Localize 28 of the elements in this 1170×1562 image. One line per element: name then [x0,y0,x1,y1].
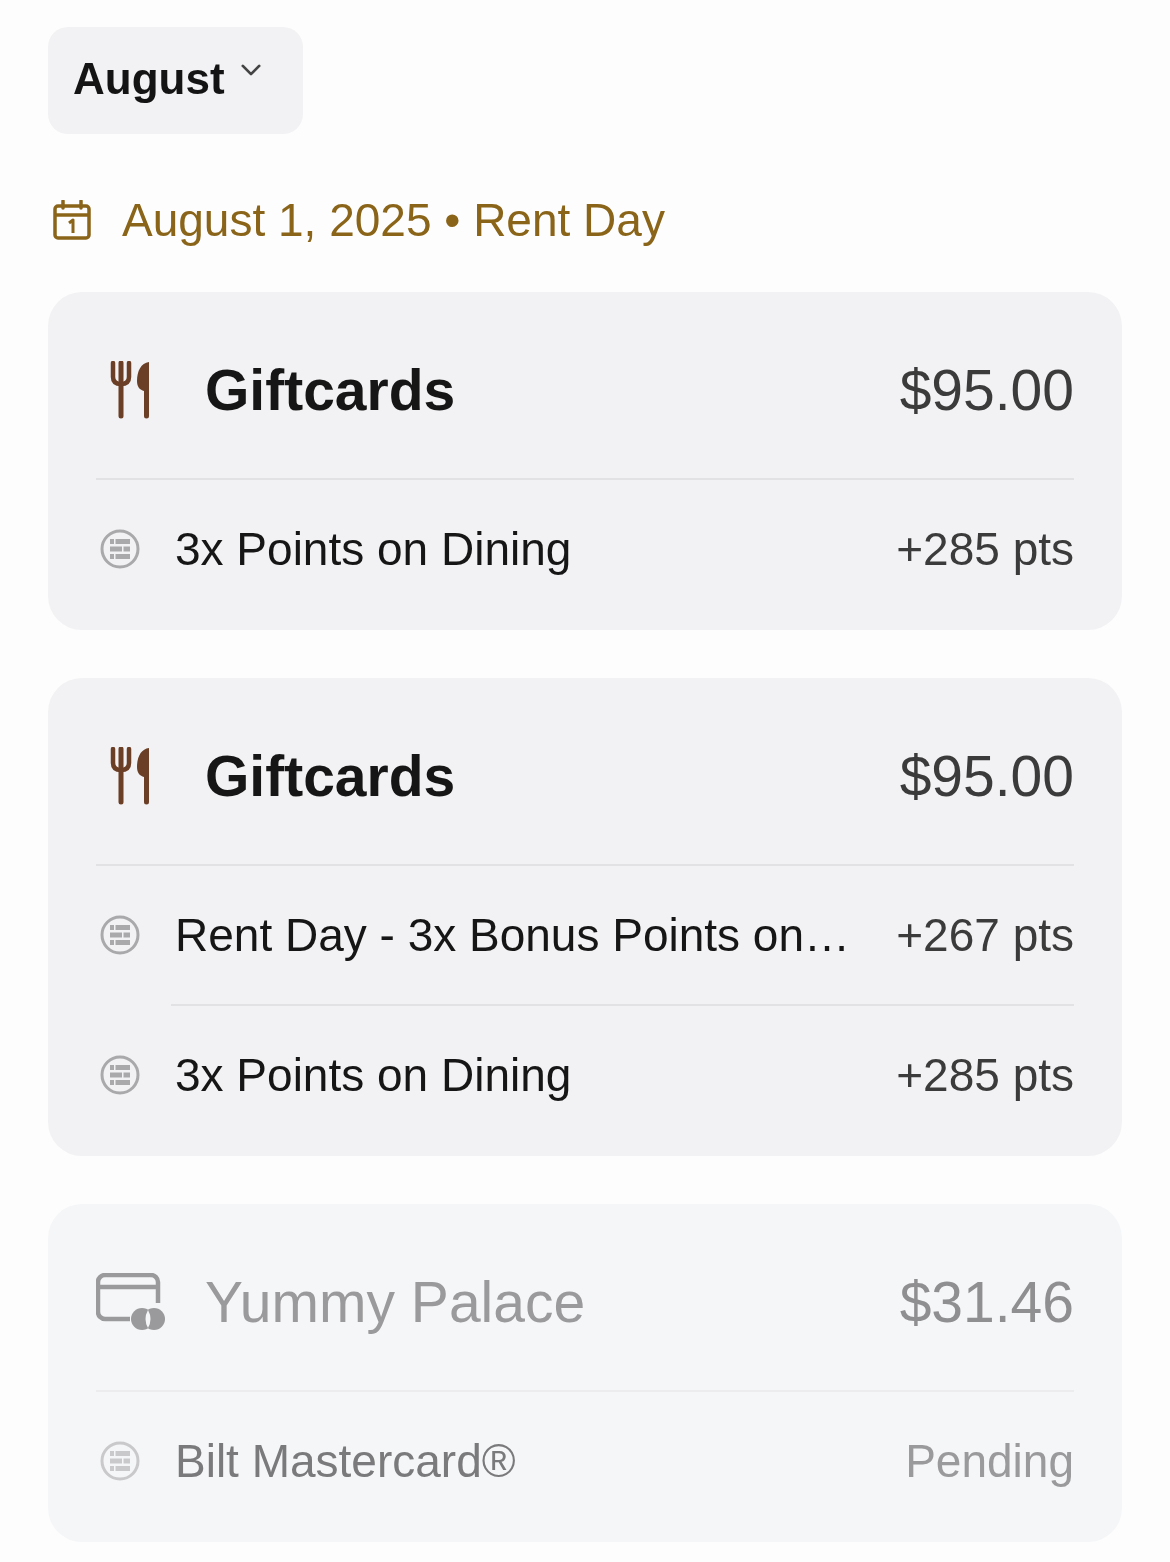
month-dropdown[interactable]: August [48,27,303,134]
chevron-down-icon [240,63,261,76]
fork-knife-icon [110,361,152,419]
reward-points: +267 pts [896,908,1074,962]
merchant-name: Giftcards [205,743,457,809]
date-label: August 1, 2025 • Rent Day [122,193,665,247]
reward-points: +285 pts [896,522,1074,576]
transaction-card[interactable]: Yummy Palace $31.46 Bilt Mastercard® Pending [48,1204,1122,1542]
reward-points: Pending [905,1434,1074,1488]
brick-logo-icon [100,529,140,569]
reward-label: Rent Day - 3x Bonus Points on… [175,908,851,962]
transaction-card[interactable]: Giftcards $95.00 3x Points on Dining +285 pts [48,292,1122,630]
reward-label: Bilt Mastercard® [175,1434,517,1488]
transaction-amount: $31.46 [899,1269,1074,1335]
fork-knife-icon [110,747,152,805]
reward-label: 3x Points on Dining [175,1048,573,1102]
transaction-amount: $95.00 [899,743,1074,809]
transaction-card[interactable]: Giftcards $95.00 Rent Day - 3x Bonus Points on… +267 pts 3x Points on Dining +285 pts [48,678,1122,1156]
merchant-name: Giftcards [205,357,457,423]
brick-logo-icon [100,1441,140,1481]
brick-logo-icon [100,1055,140,1095]
brick-logo-icon [100,915,140,955]
merchant-name: Yummy Palace [205,1269,587,1335]
reward-points: +285 pts [896,1048,1074,1102]
calendar-icon [53,200,91,240]
reward-label: 3x Points on Dining [175,522,573,576]
transaction-amount: $95.00 [899,357,1074,423]
credit-card-icon [96,1273,166,1331]
